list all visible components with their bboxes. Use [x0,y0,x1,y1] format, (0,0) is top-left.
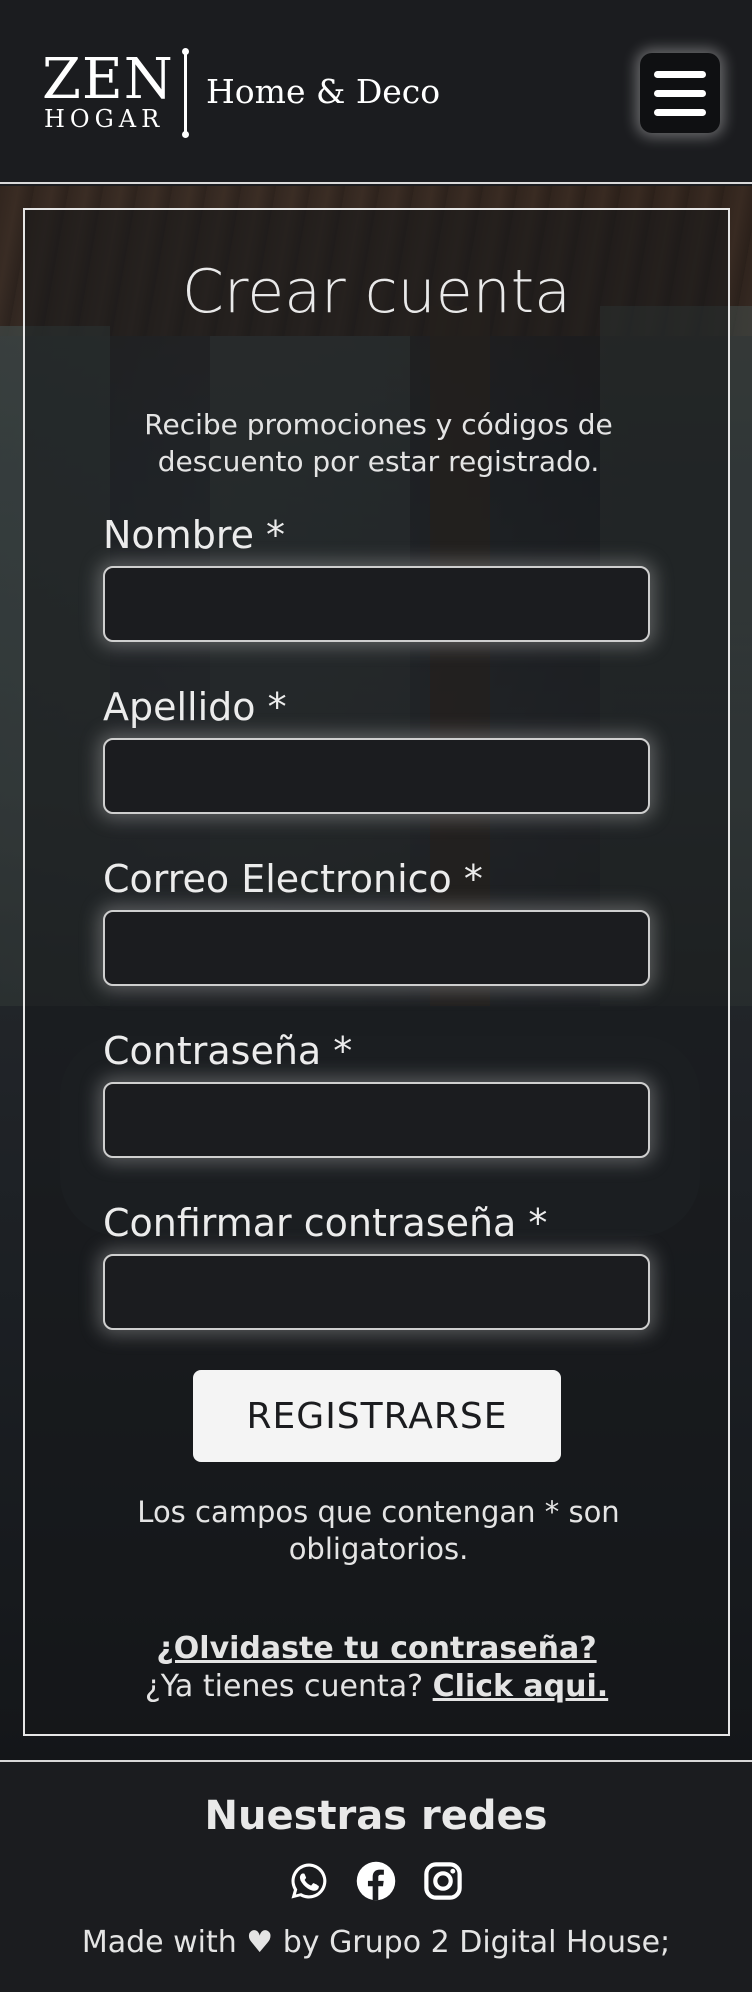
confirm-password-label: Confirmar contraseña * [103,1201,548,1245]
have-account-line: ¿Ya tienes cuenta? Click aqui. [25,1668,728,1706]
footer-credits: Made with ♥ by Grupo 2 Digital House; [81,1925,671,1960]
required-fields-note: Los campos que contengan * son obligator… [137,1495,620,1566]
login-link[interactable]: Click aqui. [433,1669,609,1704]
whatsapp-icon[interactable] [288,1860,330,1902]
brand-logo[interactable]: ZEN HOGAR Home & Deco [42,47,442,138]
site-footer: Nuestras redes Made with ♥ by Grupo 2 Di… [0,1760,752,1992]
social-title: Nuestras redes [204,1793,548,1839]
email-input[interactable] [103,910,650,986]
form-subtitle: Recibe promociones y códigos de descuent… [144,408,613,478]
register-button[interactable]: REGISTRARSE [193,1370,561,1462]
register-form-card: Crear cuenta Recibe promociones y código… [23,208,730,1736]
forgot-password-link[interactable]: ¿Olvidaste tu contraseña? [25,1630,728,1668]
social-links [0,1860,752,1902]
have-account-text: ¿Ya tienes cuenta? [144,1669,424,1704]
logo-divider [182,48,189,138]
first-name-input[interactable] [103,566,650,642]
logo-tagline: Home & Deco [206,72,441,111]
instagram-icon[interactable] [422,1860,464,1902]
facebook-icon[interactable] [355,1860,397,1902]
confirm-password-input[interactable] [103,1254,650,1330]
last-name-input[interactable] [103,738,650,814]
hamburger-menu-button[interactable] [640,53,720,133]
password-input[interactable] [103,1082,650,1158]
password-label: Contraseña * [103,1029,353,1073]
site-header: ZEN HOGAR Home & Deco [0,0,752,184]
page-title: Crear cuenta [182,257,571,327]
last-name-label: Apellido * [103,685,287,729]
logo-sub-text: HOGAR [44,105,165,133]
hamburger-menu-icon [654,71,706,78]
email-label: Correo Electronico * [103,857,483,901]
first-name-label: Nombre * [103,513,286,557]
logo-main-text: ZEN [42,47,174,112]
